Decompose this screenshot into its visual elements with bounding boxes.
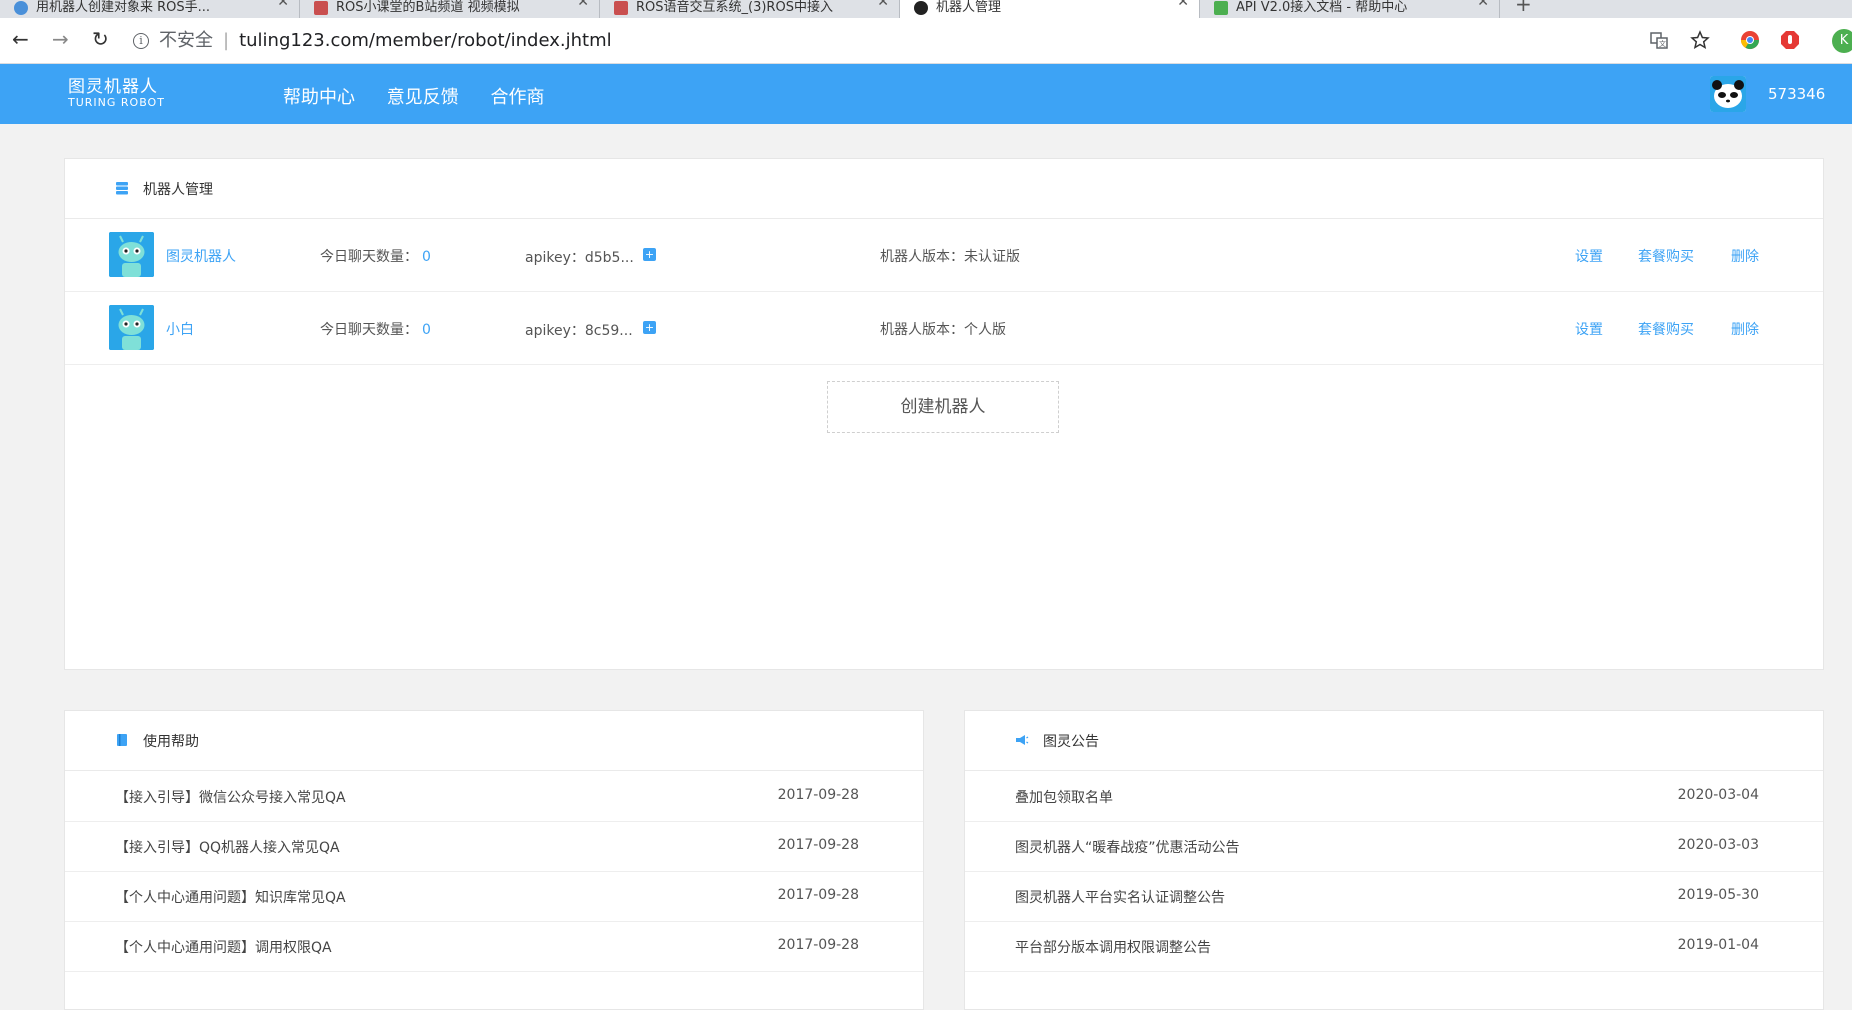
notice-item[interactable]: 图灵机器人“暖春战疫”优惠活动公告 2020-03-03 xyxy=(965,821,1823,872)
chat-count: 今日聊天数量： 0 xyxy=(320,249,431,265)
nav-partners[interactable]: 合作商 xyxy=(490,87,544,108)
close-tab-icon[interactable]: ✕ xyxy=(577,0,589,10)
username[interactable]: 573346 xyxy=(1768,85,1825,103)
globe-icon xyxy=(14,0,28,15)
browser-tab-active[interactable]: 机器人管理 ✕ xyxy=(900,0,1200,18)
buy-package-link[interactable]: 套餐购买 xyxy=(1638,319,1694,339)
server-icon xyxy=(116,182,128,195)
book-icon xyxy=(117,734,127,746)
settings-link[interactable]: 设置 xyxy=(1575,319,1603,339)
robot-avatar[interactable] xyxy=(109,232,154,277)
new-tab-icon[interactable]: + xyxy=(1515,0,1532,16)
copy-apikey-icon[interactable]: + xyxy=(643,321,656,334)
robot-avatar[interactable] xyxy=(109,305,154,350)
help-item[interactable]: 【接入引导】微信公众号接入常见QA 2017-09-28 xyxy=(65,771,923,822)
robot-management-panel: 机器人管理 图灵机器人 今日聊天数量： 0 apikey：d5b5... + 机器… xyxy=(64,158,1824,670)
site-icon xyxy=(314,0,328,15)
robot-version: 机器人版本：未认证版 xyxy=(880,249,1020,265)
apikey: apikey：8c59... xyxy=(525,323,633,339)
star-icon[interactable] xyxy=(1690,30,1710,50)
forward-icon[interactable]: → xyxy=(52,28,69,50)
browser-tab[interactable]: 用机器人创建对象来 ROS手... ✕ xyxy=(0,0,300,18)
panel-header: 使用帮助 xyxy=(65,711,923,771)
separator: | xyxy=(223,30,230,51)
svg-text:文: 文 xyxy=(1659,39,1666,48)
apikey: apikey：d5b5... xyxy=(525,250,634,266)
delete-link[interactable]: 删除 xyxy=(1731,319,1759,339)
site-header: 图灵机器人 TURING ROBOT 帮助中心 意见反馈 合作商 573346 xyxy=(0,64,1852,124)
book-icon xyxy=(1214,0,1228,15)
panel-title: 图灵公告 xyxy=(1043,734,1099,750)
browser-toolbar: ← → ↻ i 不安全 | tuling123.com/member/robot/in… xyxy=(0,18,1852,64)
notice-item[interactable]: 叠加包领取名单 2020-03-04 xyxy=(965,771,1823,822)
delete-link[interactable]: 删除 xyxy=(1731,246,1759,266)
back-icon[interactable]: ← xyxy=(12,28,29,50)
browser-tab[interactable]: ROS语音交互系统_(3)ROS中接入 ✕ xyxy=(600,0,900,18)
panel-header: 图灵公告 xyxy=(965,711,1823,771)
top-nav: 帮助中心 意见反馈 合作商 xyxy=(283,83,570,109)
notice-item[interactable]: 平台部分版本调用权限调整公告 2019-01-04 xyxy=(965,921,1823,972)
site-logo[interactable]: 图灵机器人 TURING ROBOT xyxy=(68,78,165,110)
panel-title: 机器人管理 xyxy=(143,182,213,198)
url-text[interactable]: tuling123.com/member/robot/index.jhtml xyxy=(239,30,612,51)
close-tab-icon[interactable]: ✕ xyxy=(277,0,289,10)
info-icon[interactable]: i xyxy=(133,33,149,49)
browser-tab[interactable]: API V2.0接入文档 - 帮助中心 ✕ xyxy=(1200,0,1500,18)
browser-tabstrip: 用机器人创建对象来 ROS手... ✕ ROS小课堂的B站频道 视频模拟 ✕ R… xyxy=(0,0,1852,18)
buy-package-link[interactable]: 套餐购买 xyxy=(1638,246,1694,266)
adblock-icon[interactable] xyxy=(1780,30,1800,50)
help-item[interactable]: 【个人中心通用问题】调用权限QA 2017-09-28 xyxy=(65,921,923,972)
robot-name[interactable]: 图灵机器人 xyxy=(166,246,236,266)
help-panel: 使用帮助 【接入引导】微信公众号接入常见QA 2017-09-28 【接入引导】… xyxy=(64,710,924,1010)
notice-panel: 图灵公告 叠加包领取名单 2020-03-04 图灵机器人“暖春战疫”优惠活动公… xyxy=(964,710,1824,1010)
chrome-extension-icon[interactable] xyxy=(1740,30,1760,50)
panel-title: 使用帮助 xyxy=(143,734,199,750)
close-tab-icon[interactable]: ✕ xyxy=(877,0,889,10)
create-robot-button[interactable]: 创建机器人 xyxy=(827,381,1059,433)
robot-row: 图灵机器人 今日聊天数量： 0 apikey：d5b5... + 机器人版本：未认… xyxy=(65,219,1823,292)
user-avatar[interactable] xyxy=(1710,76,1746,112)
site-icon xyxy=(614,0,628,15)
robot-version: 机器人版本：个人版 xyxy=(880,322,1006,338)
chat-count: 今日聊天数量： 0 xyxy=(320,322,431,338)
notice-item[interactable]: 图灵机器人平台实名认证调整公告 2019-05-30 xyxy=(965,871,1823,922)
translate-icon[interactable]: 文 xyxy=(1649,30,1669,50)
copy-apikey-icon[interactable]: + xyxy=(643,248,656,261)
address-bar[interactable]: i 不安全 | tuling123.com/member/robot/index.jh… xyxy=(133,27,1633,55)
help-item[interactable]: 【接入引导】QQ机器人接入常见QA 2017-09-28 xyxy=(65,821,923,872)
robot-name[interactable]: 小白 xyxy=(166,319,194,339)
megaphone-icon xyxy=(1016,735,1029,745)
reload-icon[interactable]: ↻ xyxy=(92,28,109,50)
profile-avatar[interactable]: K xyxy=(1832,29,1852,53)
close-tab-icon[interactable]: ✕ xyxy=(1477,0,1489,10)
panel-header: 机器人管理 xyxy=(65,159,1823,219)
nav-feedback[interactable]: 意见反馈 xyxy=(387,87,459,108)
browser-tab[interactable]: ROS小课堂的B站频道 视频模拟 ✕ xyxy=(300,0,600,18)
site-icon xyxy=(914,0,928,15)
close-tab-icon[interactable]: ✕ xyxy=(1177,0,1189,10)
help-item[interactable]: 【个人中心通用问题】知识库常见QA 2017-09-28 xyxy=(65,871,923,922)
settings-link[interactable]: 设置 xyxy=(1575,246,1603,266)
robot-row: 小白 今日聊天数量： 0 apikey：8c59... + 机器人版本：个人版 设… xyxy=(65,292,1823,365)
nav-help-center[interactable]: 帮助中心 xyxy=(283,87,355,108)
